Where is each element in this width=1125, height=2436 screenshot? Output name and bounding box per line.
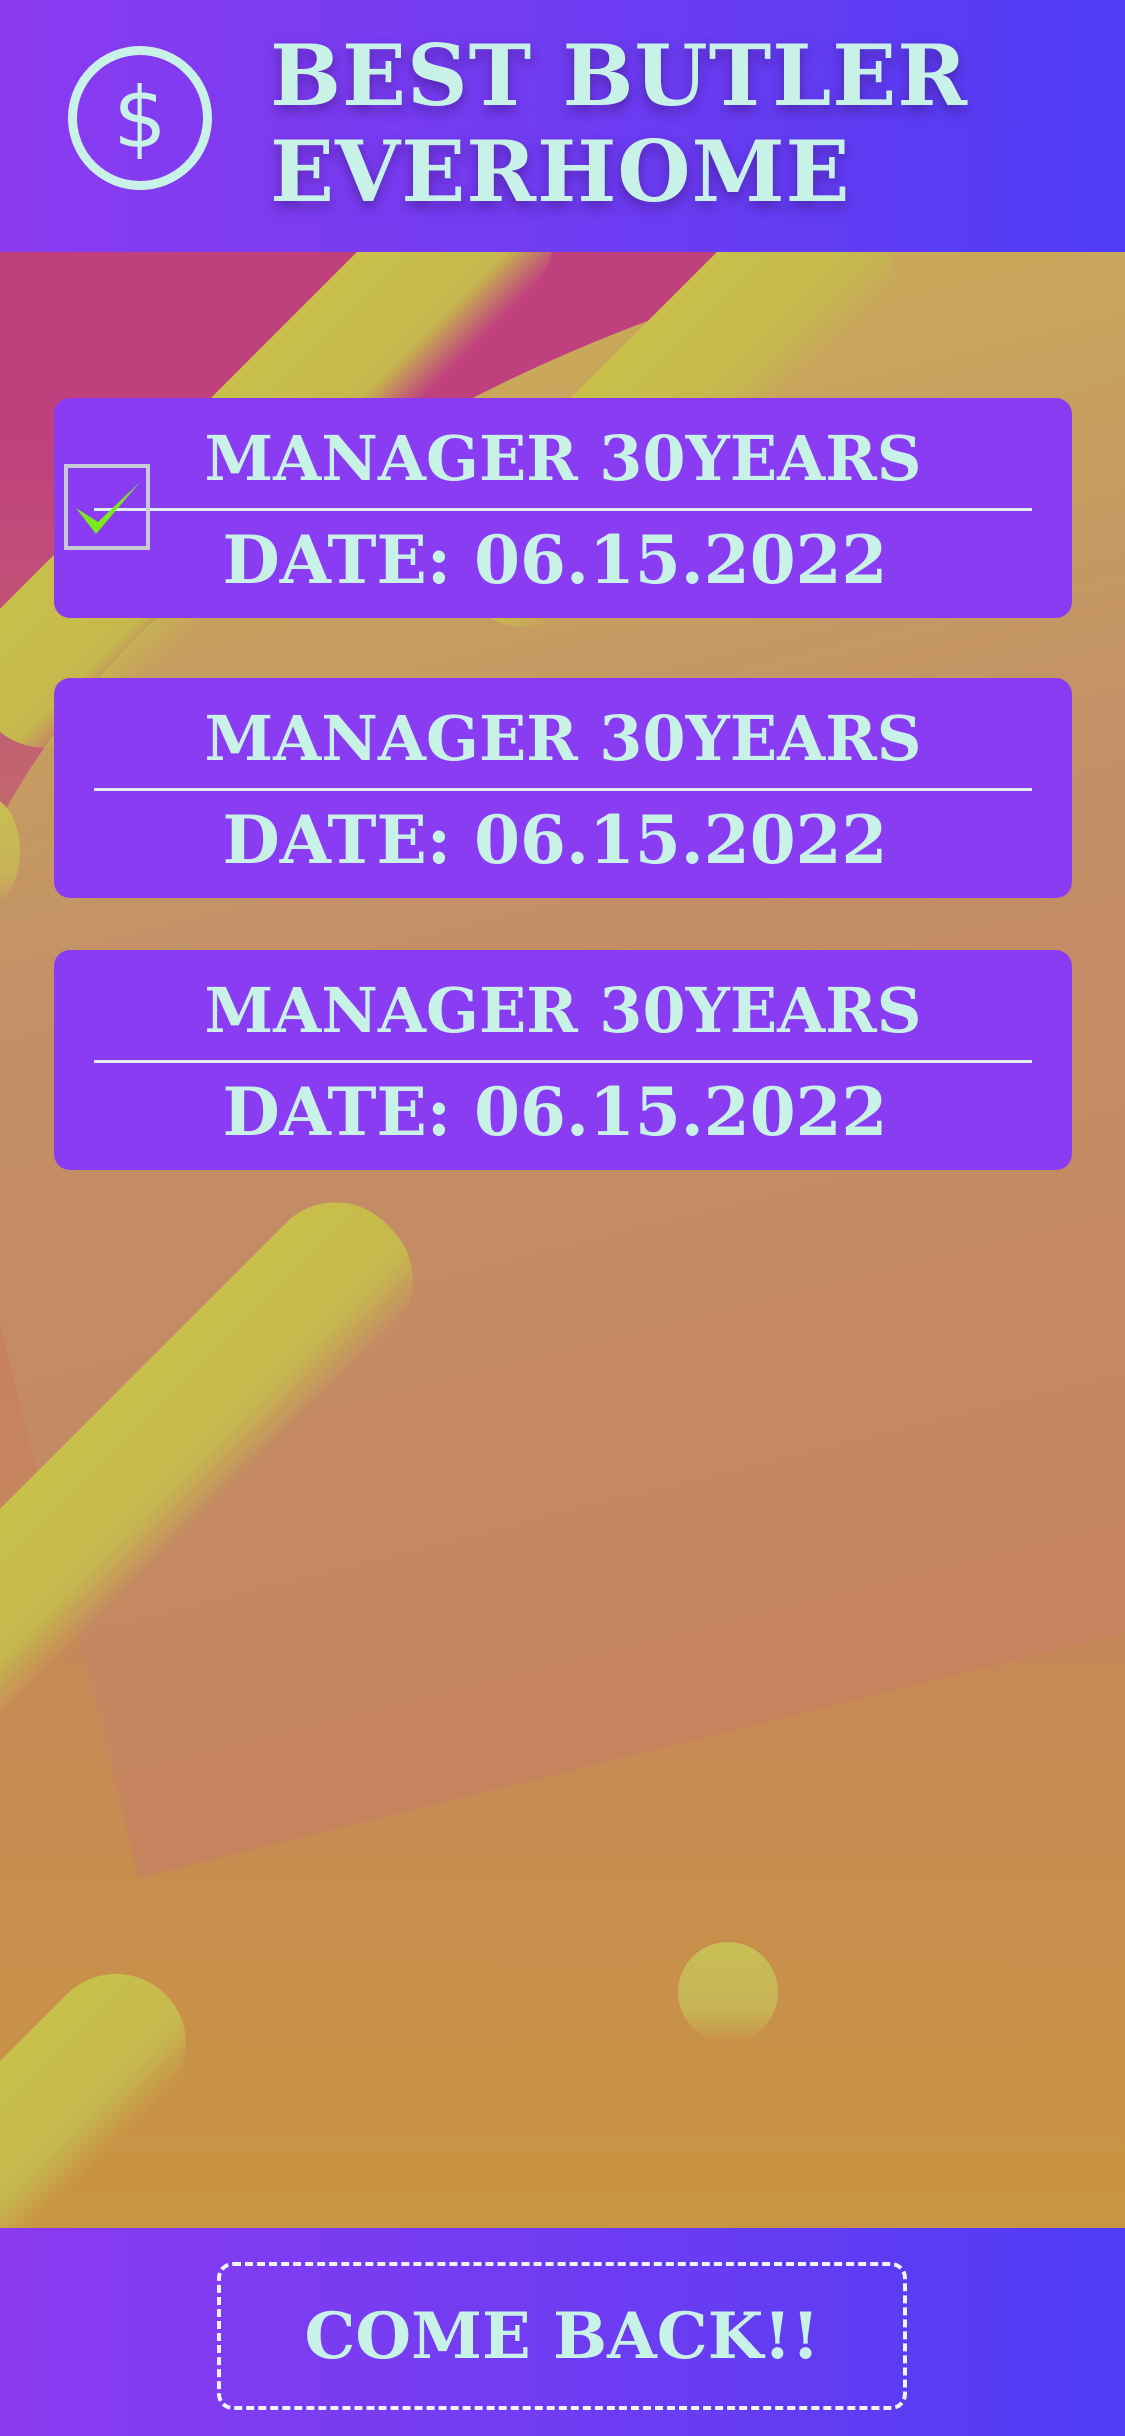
- logo-symbol: $: [113, 69, 167, 167]
- app-header: $ BEST BUTLER EVERHOME: [0, 0, 1125, 252]
- record-card[interactable]: MANAGER 30YEARS DATE: 06.15.2022: [54, 678, 1072, 898]
- come-back-button[interactable]: COME BACK!!: [217, 2262, 907, 2410]
- checkmark-icon: [76, 482, 140, 534]
- card-divider: [94, 788, 1032, 791]
- background-dot: [678, 1942, 778, 2042]
- record-card[interactable]: MANAGER 30YEARS DATE: 06.15.2022: [54, 950, 1072, 1170]
- card-date: DATE: 06.15.2022: [222, 1073, 888, 1151]
- card-date: DATE: 06.15.2022: [222, 801, 888, 879]
- record-card[interactable]: MANAGER 30YEARS DATE: 06.15.2022: [54, 398, 1072, 618]
- app-title-line-2: EVERHOME: [270, 122, 851, 221]
- card-list: MANAGER 30YEARS DATE: 06.15.2022 MANAGER…: [54, 398, 1072, 1230]
- card-checkbox[interactable]: [64, 464, 150, 550]
- dollar-circle-icon: $: [68, 46, 212, 190]
- app-title: BEST BUTLER EVERHOME: [270, 28, 1090, 220]
- card-divider: [94, 1060, 1032, 1063]
- card-divider: [94, 508, 1032, 511]
- app-title-line-1: BEST BUTLER: [270, 26, 969, 125]
- card-role: MANAGER 30YEARS: [204, 974, 922, 1047]
- card-role: MANAGER 30YEARS: [204, 422, 922, 495]
- app-footer: COME BACK!!: [0, 2228, 1125, 2436]
- card-date: DATE: 06.15.2022: [222, 521, 888, 599]
- card-role: MANAGER 30YEARS: [204, 702, 922, 775]
